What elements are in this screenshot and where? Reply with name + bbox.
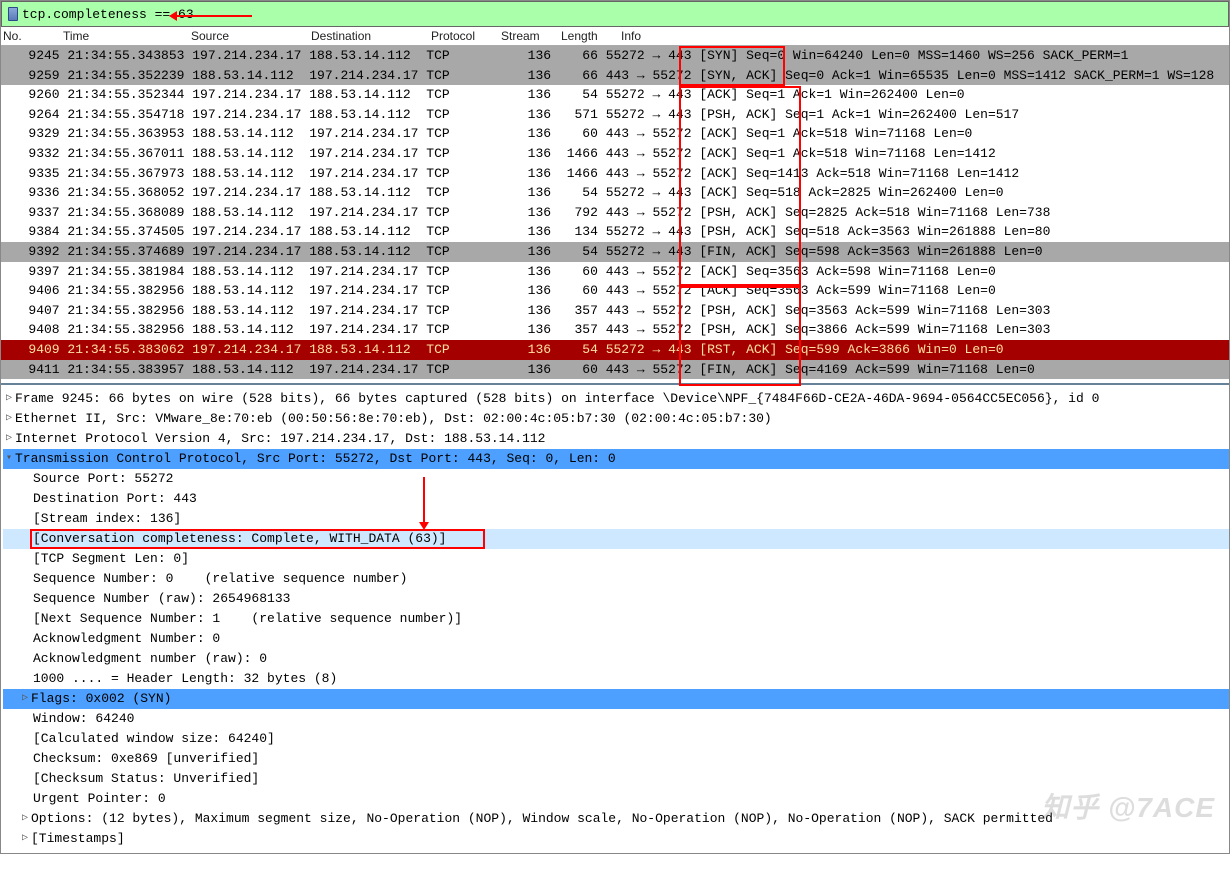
frame-summary[interactable]: ▷Frame 9245: 66 bytes on wire (528 bits)… xyxy=(3,389,1229,409)
tcp-summary[interactable]: ▾Transmission Control Protocol, Src Port… xyxy=(3,449,1229,469)
col-stream[interactable]: Stream xyxy=(501,29,561,43)
table-row[interactable]: 9329 21:34:55.363953 188.53.14.112 197.2… xyxy=(1,124,1229,144)
detail-field[interactable]: [Conversation completeness: Complete, WI… xyxy=(3,529,1229,549)
detail-field[interactable]: Acknowledgment number (raw): 0 xyxy=(3,649,1229,669)
packet-list[interactable]: 9245 21:34:55.343853 197.214.234.17 188.… xyxy=(1,46,1229,379)
detail-field[interactable]: Destination Port: 443 xyxy=(3,489,1229,509)
table-row[interactable]: 9408 21:34:55.382956 188.53.14.112 197.2… xyxy=(1,320,1229,340)
table-row[interactable]: 9259 21:34:55.352239 188.53.14.112 197.2… xyxy=(1,66,1229,86)
table-row[interactable]: 9332 21:34:55.367011 188.53.14.112 197.2… xyxy=(1,144,1229,164)
tcp-timestamps[interactable]: ▷[Timestamps] xyxy=(3,829,1229,849)
detail-field[interactable]: Acknowledgment Number: 0 xyxy=(3,629,1229,649)
ip-summary[interactable]: ▷Internet Protocol Version 4, Src: 197.2… xyxy=(3,429,1229,449)
table-row[interactable]: 9406 21:34:55.382956 188.53.14.112 197.2… xyxy=(1,281,1229,301)
detail-field[interactable]: Window: 64240 xyxy=(3,709,1229,729)
display-filter-bar[interactable] xyxy=(1,1,1229,27)
detail-field[interactable]: Sequence Number: 0 (relative sequence nu… xyxy=(3,569,1229,589)
table-row[interactable]: 9407 21:34:55.382956 188.53.14.112 197.2… xyxy=(1,301,1229,321)
tcp-flags[interactable]: ▷Flags: 0x002 (SYN) xyxy=(3,689,1229,709)
col-proto[interactable]: Protocol xyxy=(431,29,501,43)
col-source[interactable]: Source xyxy=(191,29,311,43)
table-row[interactable]: 9409 21:34:55.383062 197.214.234.17 188.… xyxy=(1,340,1229,360)
col-no[interactable]: No. xyxy=(3,29,63,43)
detail-field[interactable]: [Stream index: 136] xyxy=(3,509,1229,529)
table-row[interactable]: 9411 21:34:55.383957 188.53.14.112 197.2… xyxy=(1,360,1229,380)
table-row[interactable]: 9397 21:34:55.381984 188.53.14.112 197.2… xyxy=(1,262,1229,282)
detail-field[interactable]: Urgent Pointer: 0 xyxy=(3,789,1229,809)
table-row[interactable]: 9384 21:34:55.374505 197.214.234.17 188.… xyxy=(1,222,1229,242)
tcp-options[interactable]: ▷Options: (12 bytes), Maximum segment si… xyxy=(3,809,1229,829)
packet-list-header[interactable]: No. Time Source Destination Protocol Str… xyxy=(1,27,1229,46)
packet-details[interactable]: ▷Frame 9245: 66 bytes on wire (528 bits)… xyxy=(1,385,1229,853)
table-row[interactable]: 9245 21:34:55.343853 197.214.234.17 188.… xyxy=(1,46,1229,66)
table-row[interactable]: 9392 21:34:55.374689 197.214.234.17 188.… xyxy=(1,242,1229,262)
detail-field[interactable]: 1000 .... = Header Length: 32 bytes (8) xyxy=(3,669,1229,689)
table-row[interactable]: 9336 21:34:55.368052 197.214.234.17 188.… xyxy=(1,183,1229,203)
table-row[interactable]: 9335 21:34:55.367973 188.53.14.112 197.2… xyxy=(1,164,1229,184)
detail-field[interactable]: [TCP Segment Len: 0] xyxy=(3,549,1229,569)
col-time[interactable]: Time xyxy=(63,29,191,43)
col-dest[interactable]: Destination xyxy=(311,29,431,43)
detail-field[interactable]: [Next Sequence Number: 1 (relative seque… xyxy=(3,609,1229,629)
col-info[interactable]: Info xyxy=(621,29,1229,43)
table-row[interactable]: 9260 21:34:55.352344 197.214.234.17 188.… xyxy=(1,85,1229,105)
eth-summary[interactable]: ▷Ethernet II, Src: VMware_8e:70:eb (00:5… xyxy=(3,409,1229,429)
detail-field[interactable]: [Checksum Status: Unverified] xyxy=(3,769,1229,789)
detail-field[interactable]: [Calculated window size: 64240] xyxy=(3,729,1229,749)
table-row[interactable]: 9264 21:34:55.354718 197.214.234.17 188.… xyxy=(1,105,1229,125)
table-row[interactable]: 9337 21:34:55.368089 188.53.14.112 197.2… xyxy=(1,203,1229,223)
detail-field[interactable]: Sequence Number (raw): 2654968133 xyxy=(3,589,1229,609)
detail-field[interactable]: Source Port: 55272 xyxy=(3,469,1229,489)
col-length[interactable]: Length xyxy=(561,29,621,43)
bookmark-icon[interactable] xyxy=(8,7,18,21)
filter-input[interactable] xyxy=(22,7,1222,22)
detail-field[interactable]: Checksum: 0xe869 [unverified] xyxy=(3,749,1229,769)
